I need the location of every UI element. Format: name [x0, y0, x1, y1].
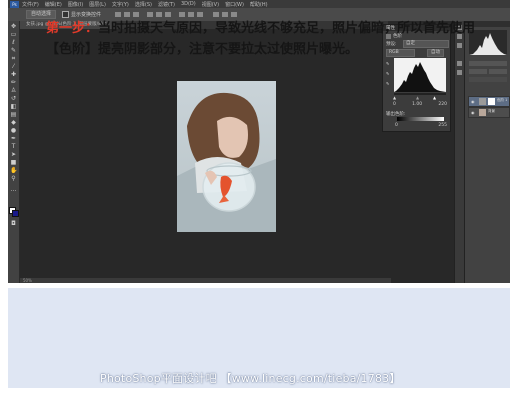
levels-black-eyedropper-icon[interactable]: ✎	[386, 62, 390, 66]
levels-output-gradient[interactable]	[397, 117, 444, 121]
transform-controls-label: 显示变换控件	[71, 12, 102, 18]
align-right-icon[interactable]	[165, 12, 172, 17]
menu-bar: Ps 文件(F) 编辑(E) 图像(I) 图层(L) 文字(Y) 选择(S) 滤…	[8, 0, 510, 8]
lock-row[interactable]	[469, 77, 507, 82]
layer-name[interactable]: 背景	[488, 109, 495, 114]
menu-item-3d[interactable]: 3D(D)	[181, 1, 196, 7]
menu-item-select[interactable]: 选择(S)	[135, 1, 152, 8]
shape-tool-icon[interactable]: ■	[10, 160, 17, 166]
levels-gray-eyedropper-icon[interactable]: ✎	[386, 72, 390, 76]
levels-input-gamma[interactable]: 1.00	[412, 102, 422, 107]
marquee-tool-icon[interactable]: ▭	[10, 32, 17, 38]
blur-tool-icon[interactable]: ◆	[10, 120, 17, 126]
levels-input-black[interactable]: 0	[393, 102, 396, 107]
step-description: 当时拍摄天气原因，导致光线不够充足，照片偏暗，所以首先使用【色阶】提亮阴影部分，…	[46, 21, 476, 57]
levels-output-white[interactable]: 255	[438, 123, 447, 128]
path-select-tool-icon[interactable]: ➤	[10, 152, 17, 158]
3d-pan-icon[interactable]	[231, 12, 238, 17]
zoom-tool-icon[interactable]: ⚲	[10, 176, 17, 182]
menu-item-help[interactable]: 帮助(H)	[250, 1, 268, 8]
layer-visibility-eye-icon[interactable]: ◉	[471, 99, 475, 104]
zoom-readout[interactable]: 50%	[23, 278, 32, 283]
dodge-tool-icon[interactable]: ●	[10, 128, 17, 134]
status-bar: 50%	[20, 278, 391, 283]
blend-mode-dropdown[interactable]	[469, 69, 487, 74]
menu-item-layer[interactable]: 图层(L)	[89, 1, 106, 8]
history-brush-tool-icon[interactable]: ↺	[10, 96, 17, 102]
menu-item-type[interactable]: 文字(Y)	[112, 1, 129, 8]
align-left-icon[interactable]	[147, 12, 154, 17]
levels-output-black[interactable]: 0	[395, 123, 398, 128]
ps-logo: Ps	[10, 0, 19, 8]
right-panels: ◉ 色阶 1 ◉ 背景	[464, 21, 510, 283]
align-center-icon[interactable]	[156, 12, 163, 17]
healing-tool-icon[interactable]: ✚	[10, 72, 17, 78]
levels-histogram	[394, 58, 446, 92]
watermark: PhotoShop平面设计吧 【www.linecg.com/tieba/178…	[100, 372, 401, 385]
levels-output-values: 0 255	[395, 123, 447, 128]
levels-white-slider-icon[interactable]: ▲	[433, 95, 436, 100]
canvas-photo-girl-with-fishbowl	[177, 81, 276, 232]
character-panel-icon[interactable]	[457, 61, 462, 66]
collapsed-panel-dock	[454, 21, 464, 283]
distribute-icon[interactable]	[179, 12, 186, 17]
layer-name[interactable]: 色阶 1	[497, 98, 507, 103]
quick-mask-icon[interactable]: ◘	[10, 221, 17, 227]
step-label: 第一步：	[46, 21, 99, 36]
crop-tool-icon[interactable]: ⌗	[10, 56, 17, 62]
levels-gray-slider-icon[interactable]: ▲	[416, 95, 419, 100]
background-layer-thumbnail	[479, 109, 486, 116]
transform-controls-checkbox[interactable]	[62, 11, 70, 18]
paragraph-panel-icon[interactable]	[457, 70, 462, 75]
levels-layer-thumbnail	[479, 98, 486, 105]
more-tools-icon[interactable]: …	[10, 187, 17, 193]
menu-item-view[interactable]: 视图(V)	[202, 1, 219, 8]
align-middle-icon[interactable]	[124, 12, 131, 17]
levels-input-white[interactable]: 220	[438, 102, 447, 107]
pen-tool-icon[interactable]: ✒	[10, 136, 17, 142]
tools-panel: ✥ ▭ ℓ ✎ ⌗ ⁄ ✚ ✏ ♙ ↺ ◧ ▤ ◆ ● ✒ T ➤ ■ ✋ ⚲ …	[8, 21, 20, 283]
type-tool-icon[interactable]: T	[10, 144, 17, 150]
hand-tool-icon[interactable]: ✋	[10, 168, 17, 174]
gradient-tool-icon[interactable]: ▤	[10, 112, 17, 118]
layer-row-background[interactable]: ◉ 背景	[468, 107, 510, 118]
menu-item-image[interactable]: 图像(I)	[68, 1, 83, 8]
3d-mode-icon[interactable]	[213, 12, 220, 17]
align-bottom-icon[interactable]	[133, 12, 140, 17]
3d-rotate-icon[interactable]	[222, 12, 229, 17]
menu-item-window[interactable]: 窗口(W)	[225, 1, 244, 8]
levels-input-slider-track[interactable]	[394, 93, 446, 95]
eyedropper-tool-icon[interactable]: ⁄	[10, 64, 17, 70]
layer-row-levels[interactable]: ◉ 色阶 1	[468, 96, 510, 107]
quick-select-tool-icon[interactable]: ✎	[10, 48, 17, 54]
distribute-3-icon[interactable]	[197, 12, 204, 17]
levels-white-eyedropper-icon[interactable]: ✎	[386, 82, 390, 86]
lasso-tool-icon[interactable]: ℓ	[10, 40, 17, 46]
distribute-2-icon[interactable]	[188, 12, 195, 17]
tutorial-step-text: 第一步：当时拍摄天气原因，导致光线不够充足，照片偏暗，所以首先使用【色阶】提亮阴…	[46, 18, 490, 60]
layer-visibility-eye-icon[interactable]: ◉	[471, 110, 475, 115]
align-top-icon[interactable]	[115, 12, 122, 17]
background-color-swatch[interactable]	[12, 210, 19, 217]
move-tool-icon[interactable]: ✥	[10, 24, 17, 30]
adjustments-panel-row[interactable]	[469, 61, 507, 66]
stamp-tool-icon[interactable]: ♙	[10, 88, 17, 94]
brush-tool-icon[interactable]: ✏	[10, 80, 17, 86]
levels-input-values: 0 1.00 220	[393, 102, 447, 107]
eraser-tool-icon[interactable]: ◧	[10, 104, 17, 110]
menu-item-file[interactable]: 文件(F)	[22, 1, 39, 8]
menu-item-filter[interactable]: 滤镜(T)	[158, 1, 175, 8]
opacity-field[interactable]	[489, 69, 507, 74]
levels-black-slider-icon[interactable]: ▲	[393, 95, 396, 100]
layer-mask-thumbnail[interactable]	[488, 98, 495, 105]
menu-item-edit[interactable]: 编辑(E)	[45, 1, 62, 8]
